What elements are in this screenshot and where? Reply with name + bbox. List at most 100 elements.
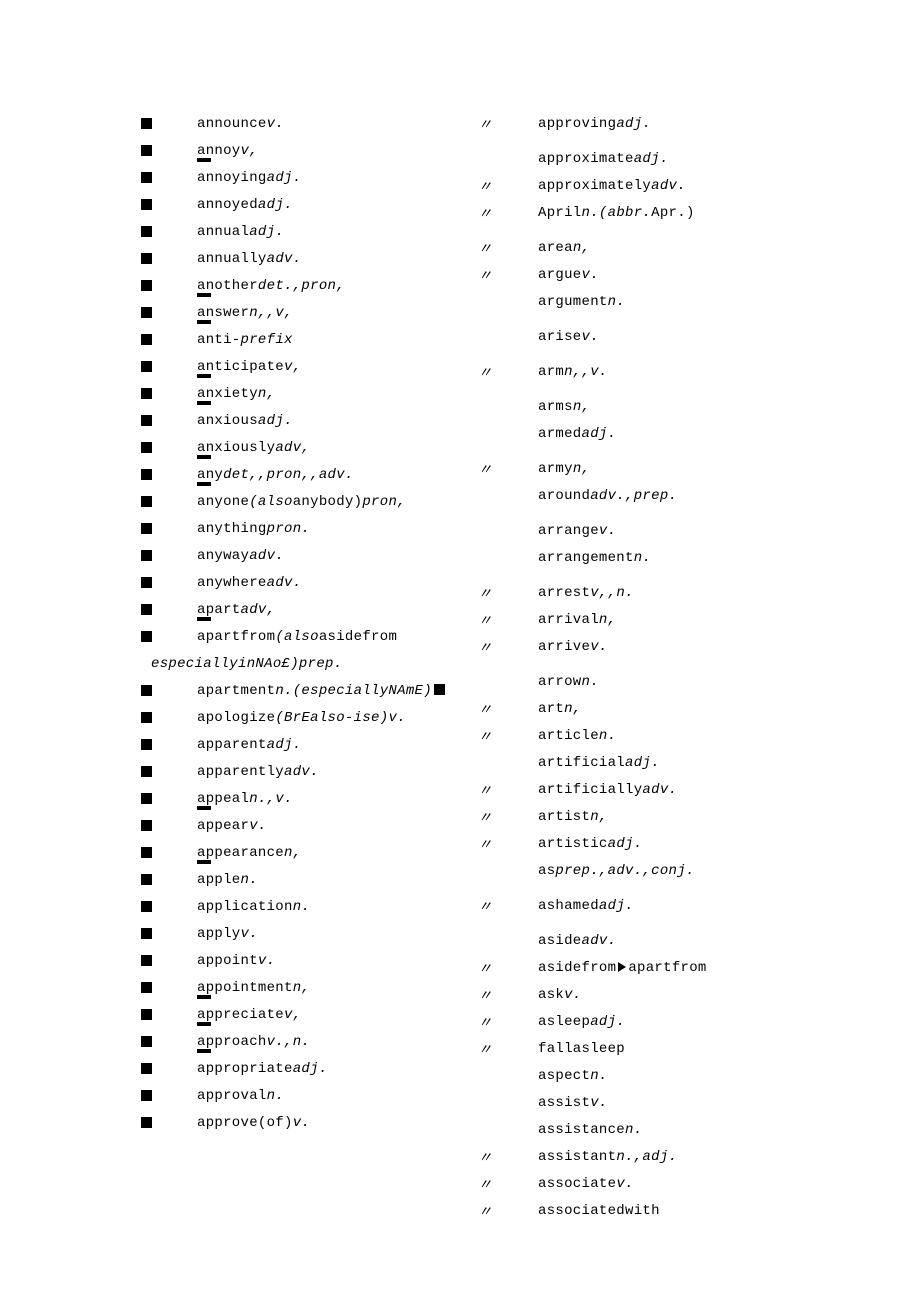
word-text: apologize(BrEalso-ise)v. [197,710,406,726]
word-text: applen. [197,872,258,888]
square-bullet-icon [141,982,152,993]
ditto-mark-icon: 〃 [478,459,492,479]
word-text: arrangementn. [538,550,651,566]
square-bullet-icon [141,469,152,480]
word-text: approximatelyadv. [538,178,686,194]
word-text: announcev. [197,116,284,132]
square-bullet-icon [141,199,152,210]
square-bullet-icon [141,415,152,426]
word-text: askv. [538,987,582,1003]
word-text: anxietyn, [197,386,275,402]
entry: appreciatev, [0,1001,460,1028]
entry: anti-prefix [0,326,460,353]
word-text: armedadj. [538,426,616,442]
entry: annoyingadj. [0,164,460,191]
word-text: fallasleep [538,1041,625,1057]
word-text: associatedwith [538,1203,660,1219]
word-text: approachv.,n. [197,1034,310,1050]
entry: assistancen. [460,1116,920,1143]
entry: applyv. [0,920,460,947]
entry: approvaln. [0,1082,460,1109]
word-text: arguev. [538,267,599,283]
word-text: arean, [538,240,590,256]
square-bullet-icon [141,631,152,642]
word-text: aspectn. [538,1068,608,1084]
entry: apparentlyadv. [0,758,460,785]
word-text: arrangev. [538,523,616,539]
entry: 〃approvingadj. [460,110,920,137]
left-column: announcev. annoyv, annoyingadj. annoyedadj.… [0,110,460,1136]
square-bullet-icon [141,172,152,183]
word-text: appointmentn, [197,980,310,996]
word-text: annoyingadj. [197,170,301,186]
entry: annoyedadj. [0,191,460,218]
entry: annoyv, [0,137,460,164]
entry: asideadv. [460,927,920,954]
ditto-mark-icon: 〃 [478,1174,492,1194]
ditto-mark-icon: 〃 [478,1012,492,1032]
square-bullet-icon [141,334,152,345]
word-text: annualadj. [197,224,284,240]
ditto-mark-icon: 〃 [478,1147,492,1167]
entry: apartfrom(alsoasidefrom [0,623,460,650]
entry: artificialadj. [460,749,920,776]
ditto-mark-icon: 〃 [478,265,492,285]
square-inline-icon [434,684,445,695]
word-text: appreciatev, [197,1007,301,1023]
square-bullet-icon [141,928,152,939]
square-bullet-icon [141,118,152,129]
word-text: apartmentn.(especiallyNAmE) [197,683,445,699]
ditto-mark-icon: 〃 [478,1039,492,1059]
entry: 〃artisticadj. [460,830,920,857]
word-text: approximateadj. [538,151,669,167]
accent-mark-icon [197,320,211,324]
word-text: arrestv,,n. [538,585,634,601]
entry: asprep.,adv.,conj. [460,857,920,884]
square-bullet-icon [141,388,152,399]
dictionary-page: announcev. annoyv, annoyingadj. annoyedadj.… [0,110,920,1301]
word-text: armyn, [538,461,590,477]
word-text: artisticadj. [538,836,642,852]
ditto-mark-icon: 〃 [478,726,492,746]
square-bullet-icon [141,226,152,237]
entry: 〃ashamedadj. [460,892,920,919]
entry: anywayadv. [0,542,460,569]
word-text: apparentlyadv. [197,764,319,780]
word-text: apparentadj. [197,737,301,753]
word-text: assistantn.,adj. [538,1149,677,1165]
entry: argumentn. [460,288,920,315]
square-bullet-icon [141,523,152,534]
word-text: applyv. [197,926,258,942]
square-bullet-icon [141,874,152,885]
word-text: asleepadj. [538,1014,625,1030]
square-bullet-icon [141,793,152,804]
entry: arrown. [460,668,920,695]
accent-mark-icon [197,374,211,378]
word-text: approvingadj. [538,116,651,132]
entry: apartadv, [0,596,460,623]
entry: armsn, [460,393,920,420]
triangle-right-icon [618,962,626,972]
accent-mark-icon [197,860,211,864]
ditto-mark-icon: 〃 [478,780,492,800]
word-text: arrivev. [538,639,608,655]
entry: appearancen, [0,839,460,866]
entry: 〃arean, [460,234,920,261]
entry: anyone(alsoanybody)pron, [0,488,460,515]
ditto-mark-icon: 〃 [478,699,492,719]
entry: anxiouslyadv, [0,434,460,461]
ditto-mark-icon: 〃 [478,203,492,223]
word-text: appropriateadj. [197,1061,328,1077]
entry: anydet,,pron,,adv. [0,461,460,488]
ditto-mark-icon: 〃 [478,1201,492,1221]
entry: anythingpron. [0,515,460,542]
word-text: artificiallyadv. [538,782,677,798]
word-text: apartfrom(alsoasidefrom [197,629,397,645]
entry: appropriateadj. [0,1055,460,1082]
word-text: artistn, [538,809,608,825]
square-bullet-icon [141,496,152,507]
entry: 〃 fallasleep [460,1035,920,1062]
word-text: arrivaln, [538,612,616,628]
word-text: annoyedadj. [197,197,293,213]
square-bullet-icon [141,1063,152,1074]
